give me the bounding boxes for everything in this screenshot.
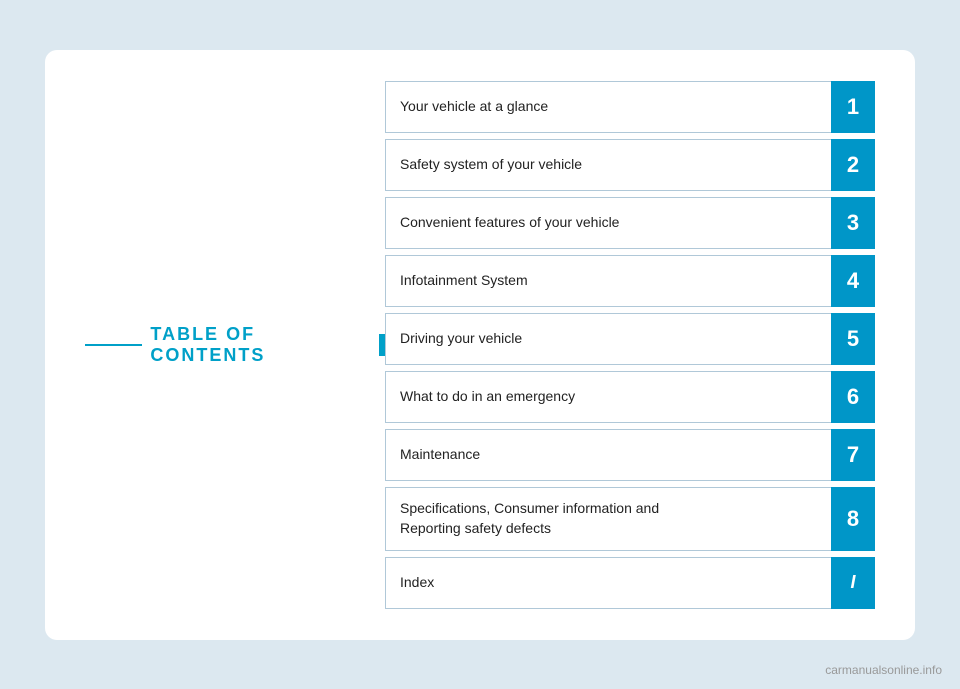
toc-number-item-6: 6 — [831, 371, 875, 423]
toc-number-item-8: 8 — [831, 487, 875, 551]
toc-label-text-item-6: What to do in an emergency — [400, 387, 575, 407]
left-section: TABLE OF CONTENTS — [85, 324, 385, 366]
toc-label-box-item-4: Infotainment System — [385, 255, 831, 307]
toc-title: TABLE OF CONTENTS — [150, 324, 367, 366]
white-card: TABLE OF CONTENTS Your vehicle at a glan… — [45, 50, 915, 640]
toc-row-item-i[interactable]: Index I — [385, 557, 875, 609]
toc-label-box-item-5: Driving your vehicle — [385, 313, 831, 365]
page-container: TABLE OF CONTENTS Your vehicle at a glan… — [0, 0, 960, 689]
toc-label-text-item-3: Convenient features of your vehicle — [400, 213, 619, 233]
toc-label-text-item-i: Index — [400, 573, 434, 593]
toc-label-text-item-7: Maintenance — [400, 445, 480, 465]
watermark: carmanualsonline.info — [825, 663, 942, 677]
toc-number-item-7: 7 — [831, 429, 875, 481]
toc-line — [85, 344, 142, 346]
toc-number-item-3: 3 — [831, 197, 875, 249]
toc-indicator — [379, 334, 385, 356]
toc-row-item-8[interactable]: Specifications, Consumer information and… — [385, 487, 875, 551]
toc-row-item-2[interactable]: Safety system of your vehicle 2 — [385, 139, 875, 191]
toc-row-item-7[interactable]: Maintenance 7 — [385, 429, 875, 481]
toc-header: TABLE OF CONTENTS — [85, 324, 385, 366]
toc-number-item-1: 1 — [831, 81, 875, 133]
toc-label-box-item-3: Convenient features of your vehicle — [385, 197, 831, 249]
toc-row-item-6[interactable]: What to do in an emergency 6 — [385, 371, 875, 423]
toc-row-item-3[interactable]: Convenient features of your vehicle 3 — [385, 197, 875, 249]
toc-label-box-item-6: What to do in an emergency — [385, 371, 831, 423]
toc-row-item-4[interactable]: Infotainment System 4 — [385, 255, 875, 307]
toc-row-item-1[interactable]: Your vehicle at a glance 1 — [385, 81, 875, 133]
toc-number-item-i: I — [831, 557, 875, 609]
toc-label-text-item-8: Specifications, Consumer information and… — [400, 499, 659, 538]
toc-label-box-item-1: Your vehicle at a glance — [385, 81, 831, 133]
toc-label-text-item-2: Safety system of your vehicle — [400, 155, 582, 175]
toc-label-box-item-8: Specifications, Consumer information and… — [385, 487, 831, 551]
toc-row-item-5[interactable]: Driving your vehicle 5 — [385, 313, 875, 365]
toc-list: Your vehicle at a glance 1 Safety system o… — [385, 81, 875, 609]
toc-label-box-item-7: Maintenance — [385, 429, 831, 481]
toc-label-box-item-i: Index — [385, 557, 831, 609]
toc-number-item-5: 5 — [831, 313, 875, 365]
toc-number-item-2: 2 — [831, 139, 875, 191]
toc-label-text-item-4: Infotainment System — [400, 271, 528, 291]
toc-label-text-item-5: Driving your vehicle — [400, 329, 522, 349]
toc-label-text-item-1: Your vehicle at a glance — [400, 97, 548, 117]
toc-label-box-item-2: Safety system of your vehicle — [385, 139, 831, 191]
toc-number-item-4: 4 — [831, 255, 875, 307]
